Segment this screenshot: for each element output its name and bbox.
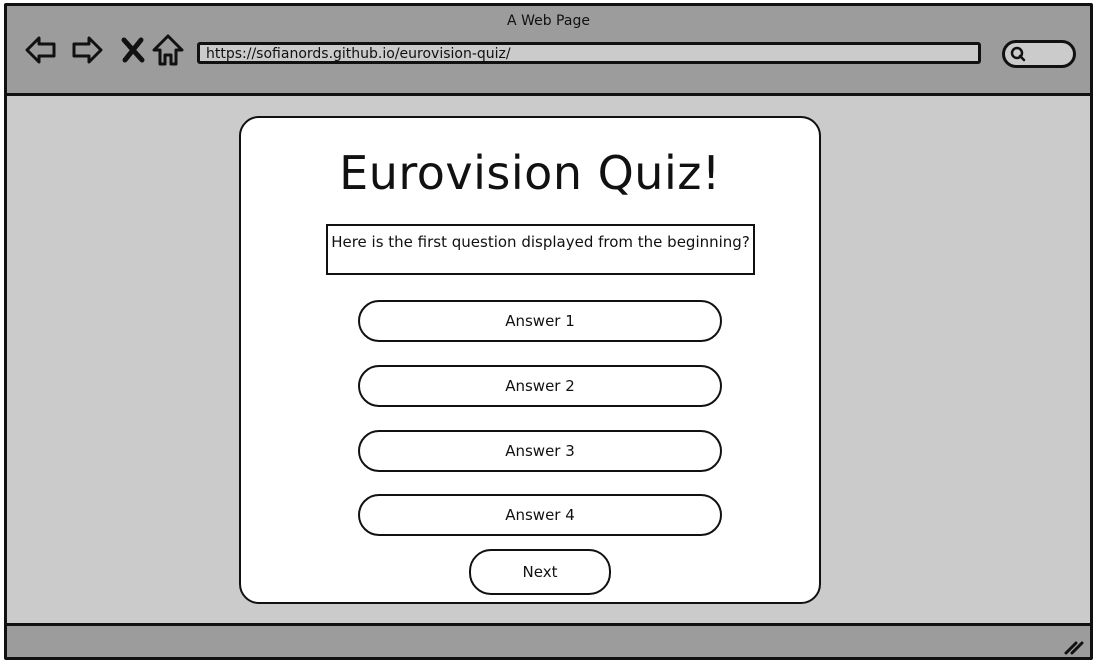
- answer-button-4[interactable]: Answer 4: [358, 494, 722, 536]
- browser-window: A Web Page https://sofianords.github.io/…: [4, 3, 1093, 660]
- answer-button-2[interactable]: Answer 2: [358, 365, 722, 407]
- home-icon[interactable]: [150, 32, 186, 68]
- back-arrow-icon[interactable]: [23, 32, 59, 68]
- resize-grip-icon[interactable]: [1062, 637, 1084, 655]
- window-title: A Web Page: [507, 13, 590, 29]
- next-button[interactable]: Next: [469, 549, 611, 595]
- page-title: Eurovision Quiz!: [339, 146, 721, 200]
- browser-toolbar: A Web Page https://sofianords.github.io/…: [7, 6, 1090, 96]
- answer-button-3[interactable]: Answer 3: [358, 430, 722, 472]
- quiz-card: Eurovision Quiz! Here is the first quest…: [239, 116, 821, 604]
- answer-button-1[interactable]: Answer 1: [358, 300, 722, 342]
- search-field[interactable]: [1002, 40, 1076, 68]
- search-icon: [1010, 46, 1026, 62]
- status-bar: [7, 623, 1090, 657]
- question-text: Here is the first question displayed fro…: [326, 224, 755, 275]
- close-icon[interactable]: [115, 32, 151, 68]
- address-bar[interactable]: https://sofianords.github.io/eurovision-…: [197, 42, 981, 64]
- forward-arrow-icon[interactable]: [69, 32, 105, 68]
